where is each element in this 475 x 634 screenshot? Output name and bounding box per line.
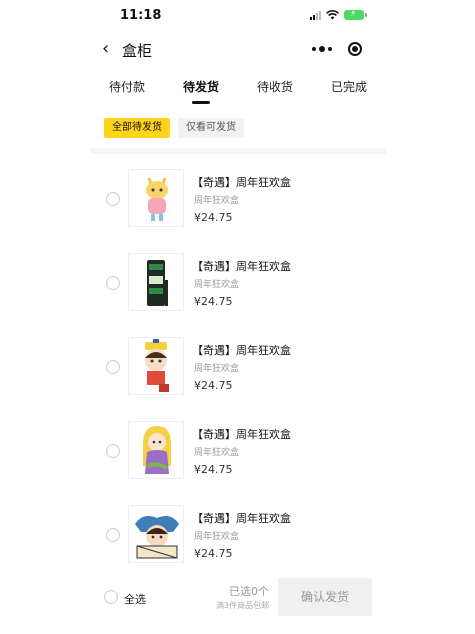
item-price: ¥24.75 xyxy=(194,547,233,560)
select-all-label[interactable]: 全选 xyxy=(124,591,146,607)
product-image xyxy=(128,253,184,311)
product-image xyxy=(128,337,184,395)
status-icons: ⚡ xyxy=(310,9,367,20)
item-checkbox[interactable] xyxy=(106,444,120,458)
list-item[interactable]: 【奇遇】周年狂欢盒 周年狂欢盒 ¥24.75 xyxy=(90,502,386,582)
status-time: 11:18 xyxy=(120,8,162,23)
pink-dress-figure-icon xyxy=(146,177,168,221)
section-divider xyxy=(90,148,386,154)
item-checkbox[interactable] xyxy=(106,192,120,206)
battery-charging-icon: ⚡ xyxy=(344,9,367,20)
item-subtitle: 周年狂欢盒 xyxy=(194,532,240,542)
item-subtitle: 周年狂欢盒 xyxy=(194,196,240,206)
item-checkbox[interactable] xyxy=(106,276,120,290)
more-icon[interactable] xyxy=(312,46,332,52)
select-all-checkbox[interactable] xyxy=(104,590,118,604)
item-subtitle: 周年狂欢盒 xyxy=(194,280,240,290)
bottom-action-bar: 全选 已选0个 满3件商品包邮 确认发货 xyxy=(90,574,386,620)
item-price: ¥24.75 xyxy=(194,379,233,392)
nav-bar: ‹ 盒柜 xyxy=(90,34,386,64)
filter-shippable-only[interactable]: 仅看可发货 xyxy=(178,118,244,138)
item-price: ¥24.75 xyxy=(194,211,233,224)
item-name: 【奇遇】周年狂欢盒 xyxy=(192,260,291,273)
blue-jester-figure-icon xyxy=(135,516,179,559)
item-checkbox[interactable] xyxy=(106,528,120,542)
selected-count: 已选0个 xyxy=(229,585,269,598)
free-shipping-note: 满3件商品包邮 xyxy=(216,601,270,610)
tab-pending-shipment[interactable]: 待发货 xyxy=(164,78,238,104)
item-name: 【奇遇】周年狂欢盒 xyxy=(192,428,291,441)
mini-program-capsule xyxy=(302,37,372,61)
box-cabinet-page: 11:18 ⚡ ‹ 盒柜 待付款 待发货 待收货 已完成 全部待发货 仅看可发货 xyxy=(90,0,386,634)
list-item[interactable]: 【奇遇】周年狂欢盒 周年狂欢盒 ¥24.75 xyxy=(90,418,386,498)
cellular-signal-icon xyxy=(310,10,321,20)
tab-pending-receipt[interactable]: 待收货 xyxy=(238,78,312,102)
list-item[interactable]: 【奇遇】周年狂欢盒 周年狂欢盒 ¥24.75 xyxy=(90,166,386,246)
item-name: 【奇遇】周年狂欢盒 xyxy=(192,176,291,189)
back-icon[interactable]: ‹ xyxy=(102,38,109,59)
item-price: ¥24.75 xyxy=(194,463,233,476)
order-tabs: 待付款 待发货 待收货 已完成 xyxy=(90,78,386,104)
page-title: 盒柜 xyxy=(122,42,153,60)
product-image xyxy=(128,421,184,479)
close-mini-program-icon[interactable] xyxy=(348,42,362,56)
item-subtitle: 周年狂欢盒 xyxy=(194,448,240,458)
confirm-shipment-button[interactable]: 确认发货 xyxy=(278,578,372,616)
item-subtitle: 周年狂欢盒 xyxy=(194,364,240,374)
tab-completed[interactable]: 已完成 xyxy=(312,78,386,102)
filter-chips: 全部待发货 仅看可发货 xyxy=(104,118,244,138)
list-item[interactable]: 【奇遇】周年狂欢盒 周年狂欢盒 ¥24.75 xyxy=(90,334,386,414)
filter-all-pending[interactable]: 全部待发货 xyxy=(104,118,170,138)
blonde-princess-figure-icon xyxy=(143,426,171,474)
product-image xyxy=(128,169,184,227)
item-price: ¥24.75 xyxy=(194,295,233,308)
item-checkbox[interactable] xyxy=(106,360,120,374)
list-item[interactable]: 【奇遇】周年狂欢盒 周年狂欢盒 ¥24.75 xyxy=(90,250,386,330)
item-name: 【奇遇】周年狂欢盒 xyxy=(192,512,291,525)
item-name: 【奇遇】周年狂欢盒 xyxy=(192,344,291,357)
green-black-strap-icon xyxy=(147,260,168,306)
yellow-hat-figure-icon xyxy=(145,339,169,392)
wifi-icon xyxy=(326,10,339,20)
product-image xyxy=(128,505,184,563)
status-bar: 11:18 ⚡ xyxy=(90,0,386,32)
tab-pending-payment[interactable]: 待付款 xyxy=(90,78,164,102)
